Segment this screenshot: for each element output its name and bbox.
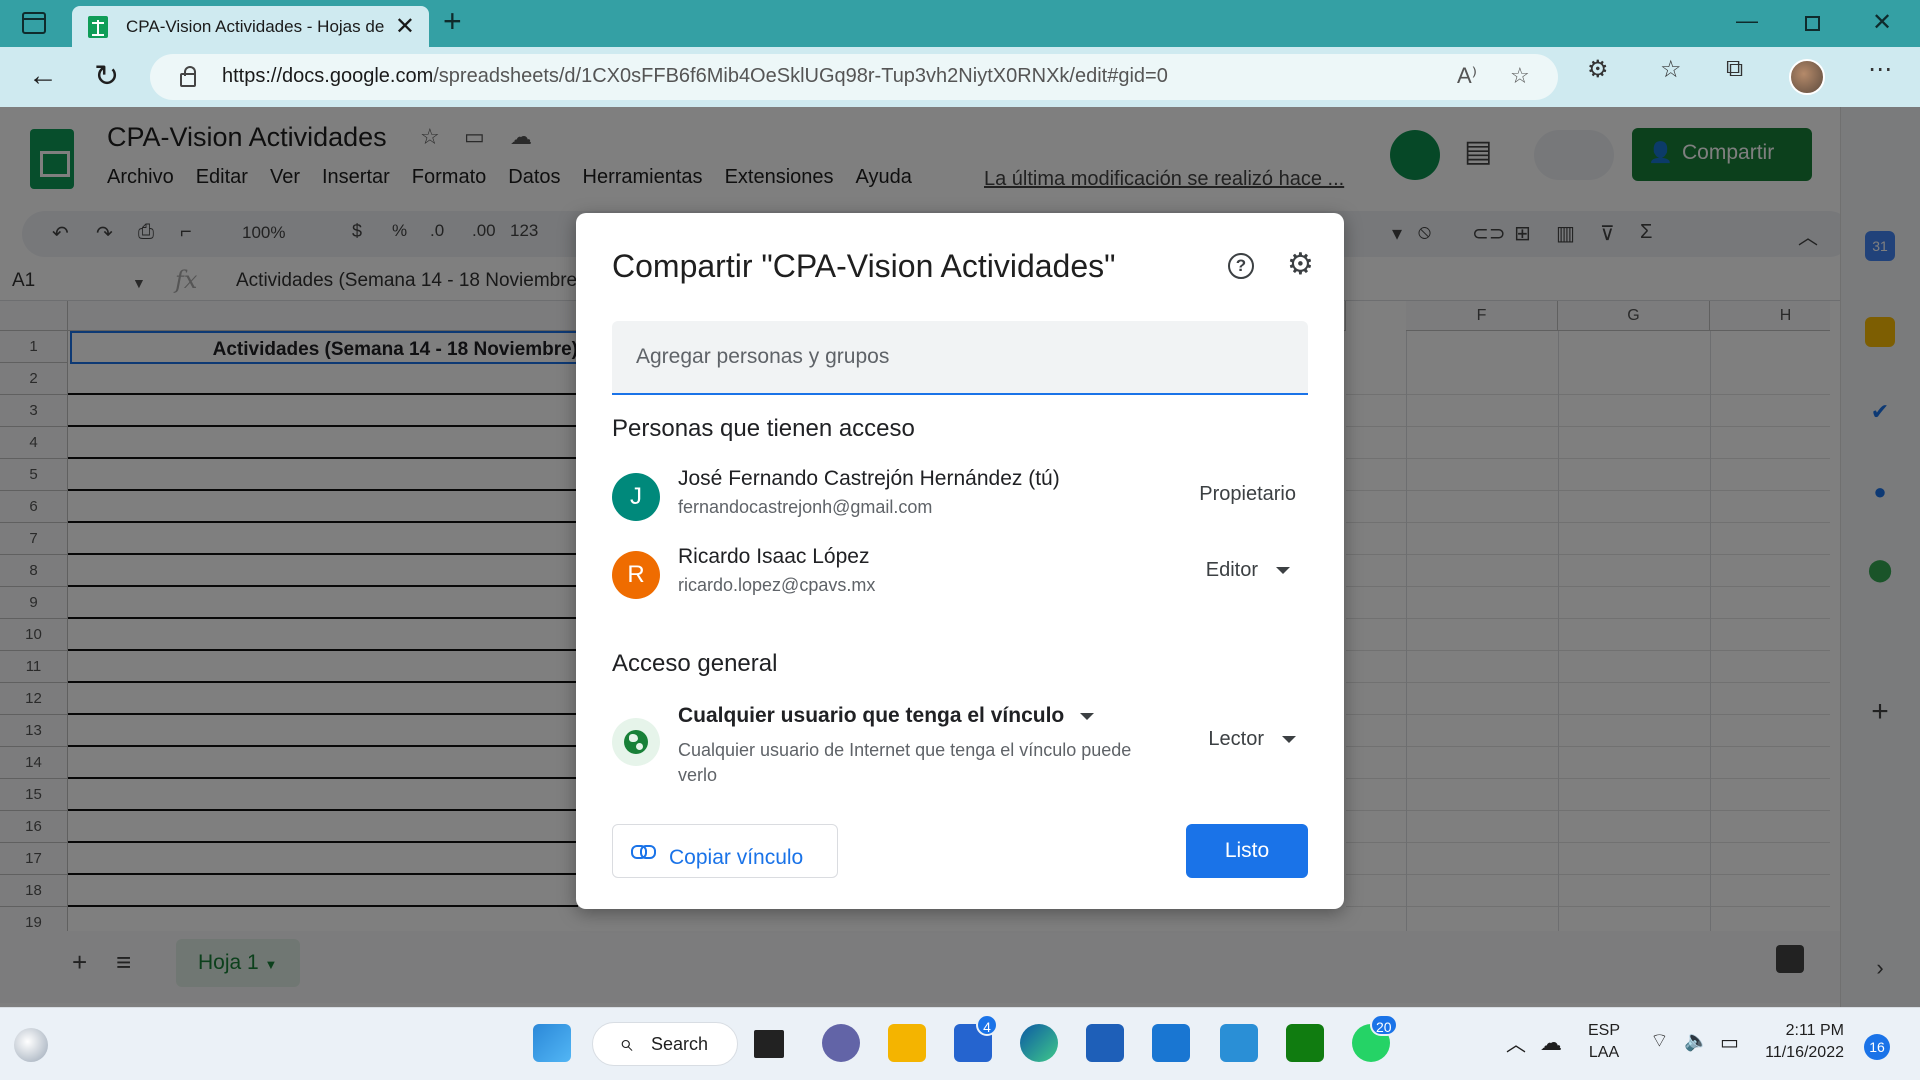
todo-badge: 4 (976, 1014, 998, 1036)
new-tab-icon[interactable]: + (443, 3, 462, 40)
refresh-icon[interactable]: ↻ (94, 59, 119, 94)
chevron-down-icon (1276, 567, 1290, 575)
clock[interactable]: 2:11 PM 11/16/2022 (1764, 1022, 1844, 1062)
keyboard-layout: LAA (1588, 1044, 1620, 1061)
link-icon (631, 845, 656, 859)
copy-link-button[interactable]: Copiar vínculo (612, 824, 838, 878)
tab-close-icon[interactable]: ✕ (395, 12, 415, 41)
weather-widget-icon[interactable] (14, 1028, 48, 1062)
copy-link-label: Copiar vínculo (669, 846, 804, 869)
person-name: Ricardo Isaac López (678, 545, 870, 568)
read-aloud-icon[interactable]: A⁾ (1457, 63, 1477, 89)
settings-gear-icon[interactable]: ⚙ (1287, 247, 1314, 282)
teams-icon[interactable] (822, 1024, 860, 1062)
whatsapp-badge: 20 (1370, 1014, 1398, 1036)
person-email: fernandocastrejonh@gmail.com (678, 497, 933, 517)
people-access-heading: Personas que tienen acceso (612, 415, 915, 442)
general-access-heading: Acceso general (612, 650, 778, 677)
general-access-label: Cualquier usuario que tenga el vínculo (678, 704, 1065, 727)
photos-icon[interactable] (1220, 1024, 1258, 1062)
language-indicator[interactable]: ESP LAA (1588, 1022, 1620, 1062)
general-access-description: Cualquier usuario de Internet que tenga … (678, 740, 1132, 785)
back-icon[interactable]: ← (28, 59, 58, 93)
chevron-down-icon (1080, 712, 1095, 720)
share-dialog: Compartir "CPA-Vision Actividades" ? ⚙ P… (576, 213, 1344, 909)
tab-actions-icon[interactable] (22, 12, 46, 34)
volume-icon[interactable]: 🔈 (1684, 1028, 1709, 1053)
role-dropdown[interactable]: Editor (1206, 559, 1290, 582)
tray-chevron-icon[interactable]: ︿ (1506, 1028, 1526, 1057)
windows-start-icon[interactable] (533, 1024, 571, 1062)
more-menu-icon[interactable]: ⋯ (1868, 55, 1892, 84)
general-role-label: Lector (1208, 728, 1264, 750)
file-explorer-icon[interactable] (888, 1024, 926, 1062)
clock-date: 11/16/2022 (1765, 1044, 1844, 1061)
person-name: José Fernando Castrejón Hernández (tú) (678, 467, 1060, 490)
favorites-icon[interactable]: ☆ (1660, 55, 1682, 84)
dialog-title: Compartir "CPA-Vision Actividades" (612, 248, 1116, 284)
battery-icon[interactable]: ▭ (1720, 1030, 1739, 1055)
store-icon[interactable] (1086, 1024, 1124, 1062)
restore-icon[interactable] (1805, 16, 1820, 31)
window-close-icon[interactable]: ✕ (1872, 8, 1892, 37)
person-role: Propietario (1199, 483, 1296, 505)
browser-tab-bar: CPA-Vision Actividades - Hojas de cálcul… (0, 0, 1920, 47)
clock-time: 2:11 PM (1785, 1022, 1844, 1039)
tab-title: CPA-Vision Actividades - Hojas de cálcul… (126, 17, 386, 36)
person-row: J José Fernando Castrejón Hernández (tú)… (612, 467, 1308, 527)
general-role-dropdown[interactable]: Lector (1208, 728, 1296, 751)
role-dropdown-label: Editor (1205, 559, 1258, 581)
mail-icon[interactable] (1152, 1024, 1190, 1062)
task-view-icon[interactable] (754, 1030, 784, 1058)
lock-icon[interactable] (180, 66, 196, 87)
globe-icon-wrap (612, 718, 660, 766)
extensions-icon[interactable]: ⚙ (1587, 55, 1609, 84)
add-favorite-icon[interactable]: ☆ (1510, 63, 1530, 89)
avatar: J (612, 473, 660, 521)
help-icon[interactable]: ? (1228, 253, 1254, 279)
avatar: R (612, 551, 660, 599)
xbox-icon[interactable] (1286, 1024, 1324, 1062)
done-button[interactable]: Listo (1186, 824, 1308, 878)
person-email: ricardo.lopez@cpavs.mx (678, 575, 876, 595)
windows-taskbar: Search 4 20 ︿ ☁ ESP LAA ⌔ 🔈 ▭ 2:11 PM 11/1… (0, 1007, 1920, 1080)
language-code: ESP (1588, 1022, 1621, 1039)
sheets-favicon-icon (88, 16, 108, 38)
url-text: https://docs.google.com/spreadsheets/d/1… (222, 65, 1168, 87)
chevron-down-icon (1282, 736, 1296, 744)
globe-icon (624, 730, 648, 754)
person-row: R Ricardo Isaac López ricardo.lopez@cpav… (612, 545, 1308, 605)
browser-tab-active[interactable]: CPA-Vision Actividades - Hojas de cálcul… (72, 6, 429, 47)
url-field[interactable]: https://docs.google.com/spreadsheets/d/1… (150, 54, 1558, 100)
collections-icon[interactable]: ⧉ (1726, 55, 1743, 83)
wifi-icon[interactable]: ⌔ (1650, 1028, 1669, 1053)
general-access-dropdown[interactable]: Cualquier usuario que tenga el vínculo (678, 704, 1095, 728)
add-people-input[interactable] (612, 321, 1308, 395)
notification-count[interactable]: 16 (1864, 1034, 1890, 1060)
minimize-icon[interactable]: — (1736, 8, 1758, 34)
onedrive-icon[interactable]: ☁ (1540, 1030, 1562, 1056)
profile-avatar[interactable] (1789, 59, 1825, 95)
address-bar-row: ← ↻ https://docs.google.com/spreadsheets… (0, 47, 1920, 107)
taskbar-search[interactable]: Search (592, 1022, 738, 1066)
edge-icon[interactable] (1020, 1024, 1058, 1062)
